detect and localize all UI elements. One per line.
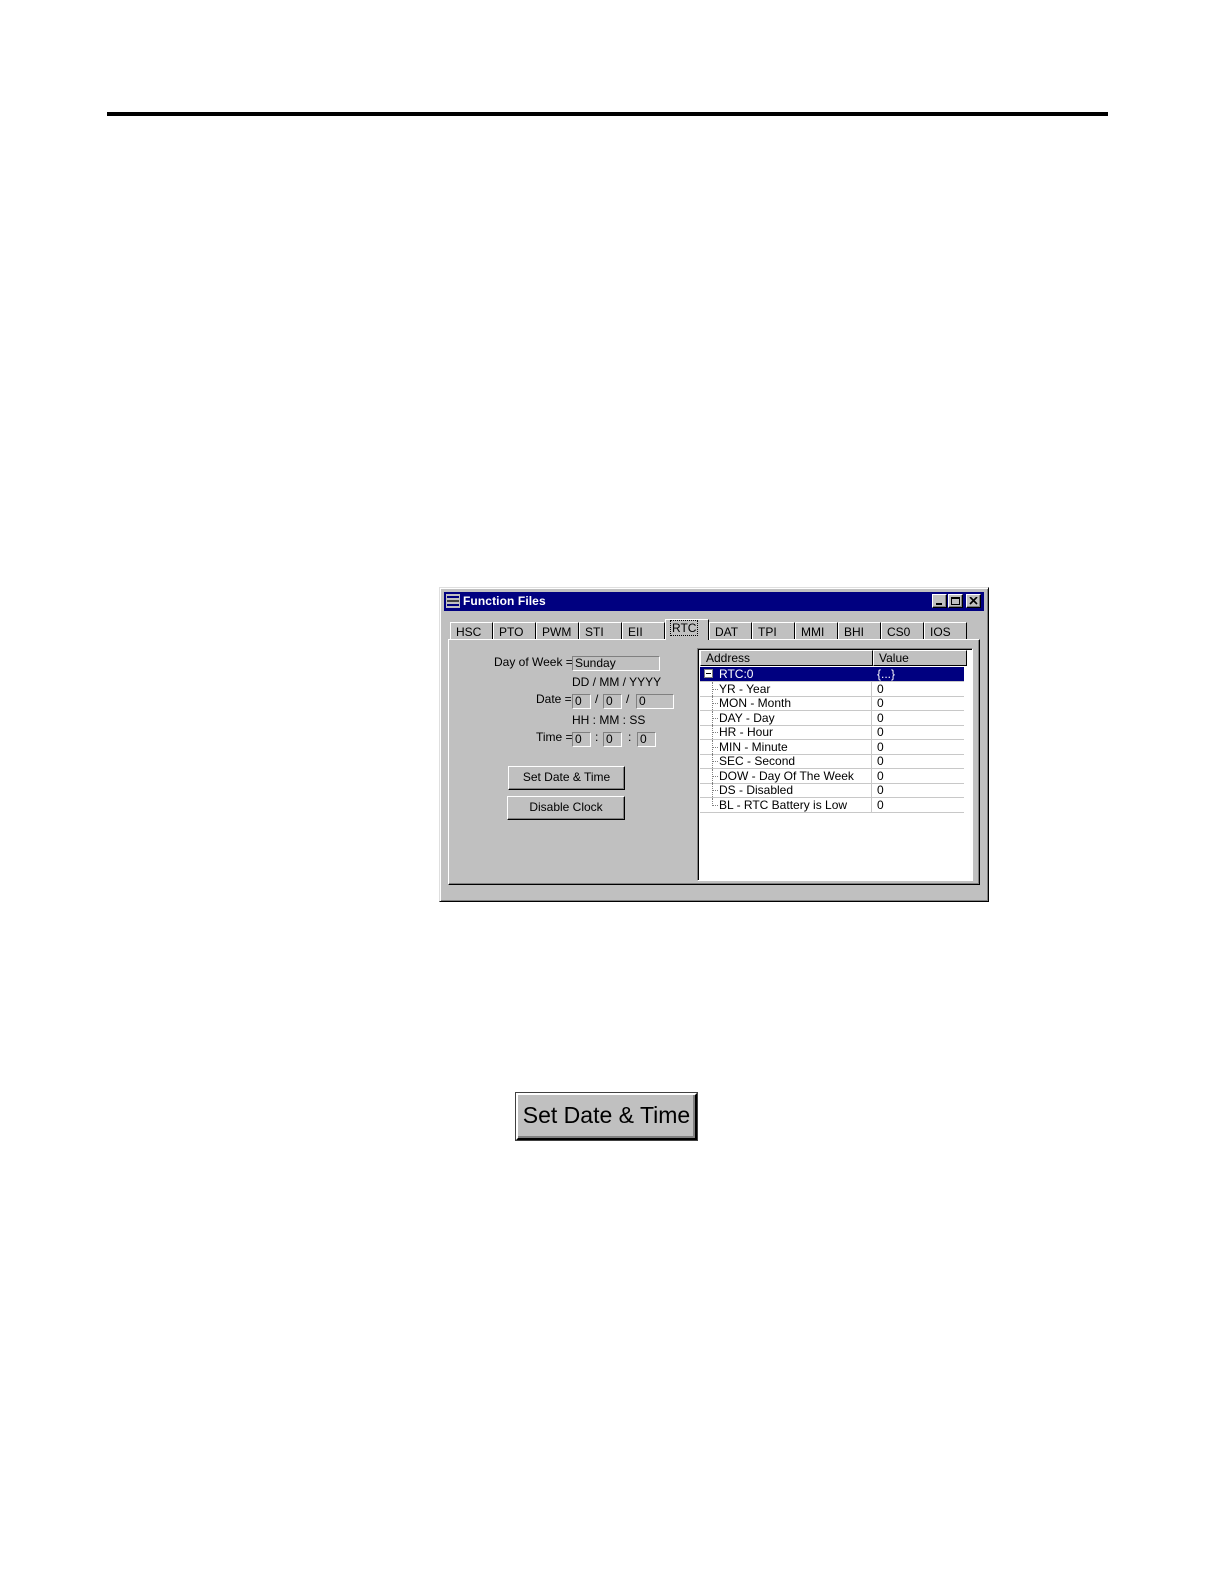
time-minute-field[interactable]: 0 <box>603 732 622 747</box>
row-value: 0 <box>877 754 884 768</box>
tab-pwm[interactable]: PWM <box>536 622 579 639</box>
rtc-data-grid[interactable]: Address Value RTC:0 {...} YR - Year 0 MO… <box>697 648 973 881</box>
rtc-panel: Day of Week = Sunday DD / MM / YYYY Date… <box>448 639 980 885</box>
tab-ios[interactable]: IOS <box>924 622 967 639</box>
date-separator: / <box>595 692 599 706</box>
tab-eii[interactable]: EII <box>622 622 665 639</box>
title-bar[interactable]: Function Files <box>444 592 984 611</box>
table-row[interactable]: MIN - Minute 0 <box>700 740 964 755</box>
tab-dat[interactable]: DAT <box>709 622 752 639</box>
time-hour-field[interactable]: 0 <box>572 732 591 747</box>
time-label: Time = <box>536 730 573 744</box>
row-address: DOW - Day Of The Week <box>719 769 854 783</box>
column-header-address[interactable]: Address <box>700 650 873 666</box>
row-value: 0 <box>877 769 884 783</box>
table-row[interactable]: BL - RTC Battery is Low 0 <box>700 798 964 813</box>
row-address: HR - Hour <box>719 725 774 739</box>
tab-bhi[interactable]: BHI <box>838 622 881 639</box>
tab-hsc[interactable]: HSC <box>450 622 493 639</box>
time-separator: : <box>628 730 632 744</box>
close-button[interactable] <box>966 594 981 608</box>
time-format-header: HH : MM : SS <box>572 713 646 727</box>
table-row[interactable]: RTC:0 {...} <box>700 667 964 682</box>
row-address: MON - Month <box>719 696 792 710</box>
row-value: 0 <box>877 696 884 710</box>
tab-rtc[interactable]: RTC <box>665 619 709 640</box>
row-value: 0 <box>877 711 884 725</box>
minimize-icon <box>936 603 942 605</box>
row-value: 0 <box>877 783 884 797</box>
row-value: 0 <box>877 725 884 739</box>
time-second-field[interactable]: 0 <box>637 732 656 747</box>
date-separator: / <box>626 692 630 706</box>
table-row[interactable]: DAY - Day 0 <box>700 711 964 726</box>
collapse-icon[interactable] <box>704 669 713 678</box>
row-value: 0 <box>877 682 884 696</box>
row-address: DAY - Day <box>719 711 775 725</box>
date-month-field[interactable]: 0 <box>603 694 622 709</box>
disable-clock-button[interactable]: Disable Clock <box>507 796 625 820</box>
row-address: MIN - Minute <box>719 740 788 754</box>
set-date-time-button[interactable]: Set Date & Time <box>508 766 625 790</box>
row-value: {...} <box>877 667 896 681</box>
tab-rtc-label: RTC <box>669 620 699 636</box>
table-row[interactable]: DOW - Day Of The Week 0 <box>700 769 964 784</box>
row-address: RTC:0 <box>719 667 754 681</box>
column-header-value[interactable]: Value <box>873 650 967 666</box>
tab-strip: HSC PTO PWM STI EII RTC DAT TPI MMI BHI … <box>450 619 980 640</box>
time-separator: : <box>595 730 599 744</box>
maximize-icon <box>951 597 960 605</box>
app-icon <box>446 594 460 608</box>
function-files-window: Function Files HSC PTO PWM STI EII RTC D… <box>439 587 989 902</box>
table-row[interactable]: HR - Hour 0 <box>700 725 964 740</box>
date-year-field[interactable]: 0 <box>636 694 674 709</box>
tab-cs0[interactable]: CS0 <box>881 622 924 639</box>
row-address: BL - RTC Battery is Low <box>719 798 848 812</box>
table-row[interactable]: SEC - Second 0 <box>700 754 964 769</box>
date-day-field[interactable]: 0 <box>572 694 591 709</box>
maximize-button[interactable] <box>948 594 963 608</box>
tab-tpi[interactable]: TPI <box>752 622 795 639</box>
table-row[interactable]: DS - Disabled 0 <box>700 783 964 798</box>
row-value: 0 <box>877 740 884 754</box>
tab-pto[interactable]: PTO <box>493 622 536 639</box>
row-address: YR - Year <box>719 682 771 696</box>
day-of-week-field[interactable]: Sunday <box>572 656 660 671</box>
tab-mmi[interactable]: MMI <box>795 622 838 639</box>
set-date-time-button-zoomed[interactable]: Set Date & Time <box>516 1093 697 1140</box>
day-of-week-label: Day of Week = <box>494 655 573 669</box>
row-address: SEC - Second <box>719 754 796 768</box>
row-value: 0 <box>877 798 884 812</box>
date-label: Date = <box>536 692 572 706</box>
date-format-header: DD / MM / YYYY <box>572 675 662 689</box>
row-address: DS - Disabled <box>719 783 794 797</box>
close-icon <box>969 597 978 605</box>
tab-sti[interactable]: STI <box>579 622 622 639</box>
window-title: Function Files <box>463 594 546 608</box>
minimize-button[interactable] <box>932 594 947 608</box>
table-row[interactable]: YR - Year 0 <box>700 682 964 697</box>
table-row[interactable]: MON - Month 0 <box>700 696 964 711</box>
page-header-rule <box>107 112 1108 116</box>
